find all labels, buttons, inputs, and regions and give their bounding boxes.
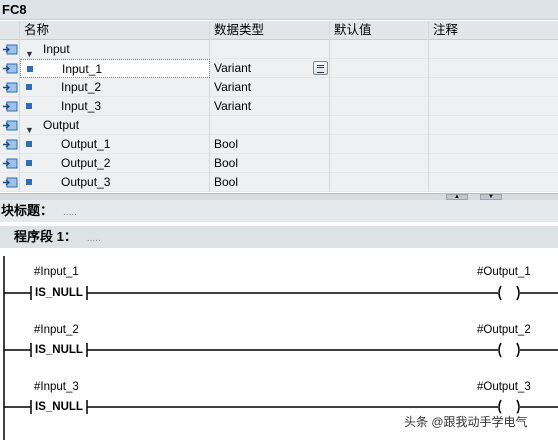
watermark: 头条 @跟我动手学电气: [404, 413, 528, 430]
interface-pin-icon: [3, 158, 18, 169]
type-browse-button[interactable]: [313, 61, 328, 75]
block-title-placeholder[interactable]: .....: [63, 207, 77, 218]
rung-1: [4, 285, 558, 301]
collapse-arrow-icon[interactable]: ▼: [25, 121, 34, 135]
interface-pin-icon: [3, 82, 18, 93]
operand-out[interactable]: #Output_3: [477, 381, 531, 393]
table-row[interactable]: Output_1 Bool: [0, 135, 558, 154]
window-title: FC8: [0, 0, 558, 20]
param-name[interactable]: Input_3: [61, 97, 101, 116]
operand-out[interactable]: #Output_1: [477, 266, 531, 278]
rung-2: [4, 342, 558, 358]
network-title-bar[interactable]: 程序段 1：.....: [0, 226, 558, 248]
param-name[interactable]: Input_2: [61, 78, 101, 97]
table-header: 名称 数据类型 默认值 注释: [0, 21, 558, 40]
param-name[interactable]: Output_3: [61, 173, 110, 192]
pane-splitter[interactable]: ▲ ▼: [0, 193, 558, 200]
instruction-name[interactable]: IS_NULL: [35, 401, 83, 413]
param-type[interactable]: Bool: [210, 154, 330, 173]
group-label: Input: [43, 42, 70, 56]
instruction-name[interactable]: IS_NULL: [35, 287, 83, 299]
column-header-default[interactable]: 默认值: [330, 21, 429, 40]
interface-pin-icon: [3, 177, 18, 188]
instruction-name[interactable]: IS_NULL: [35, 344, 83, 356]
interface-pin-icon: [3, 120, 18, 131]
param-square-icon: [26, 160, 32, 166]
param-type[interactable]: Variant: [210, 78, 330, 97]
param-type[interactable]: Bool: [210, 173, 330, 192]
column-header-type[interactable]: 数据类型: [210, 21, 330, 40]
block-title-bar: 块标题：.....: [0, 200, 558, 222]
param-type[interactable]: Variant: [210, 97, 330, 116]
table-row[interactable]: Input_1 Variant: [0, 59, 558, 78]
param-name[interactable]: Input_1: [62, 60, 102, 77]
operand-out[interactable]: #Output_2: [477, 324, 531, 336]
group-row-output[interactable]: ▼ Output: [0, 116, 558, 135]
table-row[interactable]: Output_3 Bool: [0, 173, 558, 192]
table-row[interactable]: Input_3 Variant: [0, 97, 558, 116]
table-row[interactable]: Output_2 Bool: [0, 154, 558, 173]
param-square-icon: [26, 84, 32, 90]
column-header-comment[interactable]: 注释: [429, 21, 558, 40]
param-square-icon: [27, 66, 33, 72]
ladder-diagram: [3, 256, 558, 440]
ladder-network: #Input_1 IS_NULL #Output_1 #Input_2 IS_N…: [0, 248, 558, 440]
interface-table: 名称 数据类型 默认值 注释 ▼ Input Input_1 Variant In…: [0, 21, 558, 192]
interface-pin-icon: [3, 44, 18, 55]
param-type[interactable]: Variant: [210, 59, 330, 78]
group-label: Output: [43, 118, 80, 132]
interface-pin-icon: [3, 101, 18, 112]
param-square-icon: [26, 103, 32, 109]
rung-3: [4, 399, 558, 415]
header-icon-cell: [0, 21, 20, 40]
network-title-placeholder[interactable]: .....: [87, 233, 101, 244]
param-square-icon: [26, 179, 32, 185]
interface-pin-icon: [3, 139, 18, 150]
group-row-input[interactable]: ▼ Input: [0, 40, 558, 59]
block-title-label: 块标题：: [1, 203, 54, 218]
param-name[interactable]: Output_1: [61, 135, 110, 154]
network-title-label: 程序段 1：: [14, 229, 77, 244]
operand-in[interactable]: #Input_1: [34, 266, 79, 278]
table-row[interactable]: Input_2 Variant: [0, 78, 558, 97]
collapse-arrow-icon[interactable]: ▼: [25, 45, 34, 59]
operand-in[interactable]: #Input_3: [34, 381, 79, 393]
column-header-name[interactable]: 名称: [20, 21, 210, 40]
interface-pin-icon: [3, 63, 18, 74]
param-name[interactable]: Output_2: [61, 154, 110, 173]
param-square-icon: [26, 141, 32, 147]
param-type[interactable]: Bool: [210, 135, 330, 154]
operand-in[interactable]: #Input_2: [34, 324, 79, 336]
